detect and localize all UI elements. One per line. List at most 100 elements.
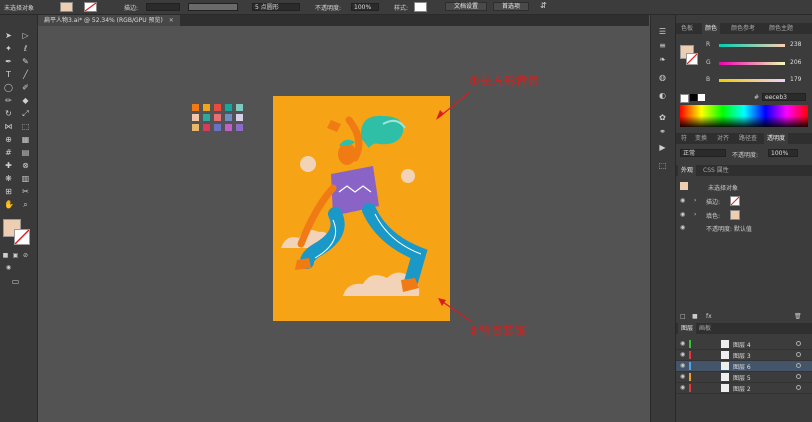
magic-wand-icon[interactable]: ✦ bbox=[4, 44, 13, 53]
black-color-icon[interactable] bbox=[690, 94, 697, 101]
blend-tool-icon[interactable]: ⊗ bbox=[21, 161, 30, 170]
fx-icon[interactable]: fx bbox=[706, 313, 712, 320]
width-tool-icon[interactable]: ⋈ bbox=[4, 122, 13, 131]
shape-builder-icon[interactable]: ⊕ bbox=[4, 135, 13, 144]
lasso-icon[interactable]: ℓ bbox=[21, 44, 30, 53]
swatch-chip[interactable] bbox=[225, 104, 232, 111]
tab-glyphs[interactable]: 符 bbox=[678, 133, 690, 144]
swatch-chip[interactable] bbox=[236, 104, 243, 111]
stroke-color-box[interactable] bbox=[14, 229, 30, 245]
expand-icon[interactable]: › bbox=[694, 197, 696, 204]
r-value[interactable]: 238 bbox=[790, 41, 801, 48]
selection-tool-icon[interactable]: ➤ bbox=[4, 31, 13, 40]
gradient-mode-icon[interactable]: ▣ bbox=[11, 251, 20, 260]
document-tab[interactable]: 扁平人物3.ai* @ 52.34% (RGB/GPU 预览) ✕ bbox=[38, 15, 180, 26]
layer-row[interactable]: ◉ 图层 6 bbox=[676, 361, 812, 372]
actions-icon[interactable]: ▶ bbox=[658, 143, 667, 152]
new-stroke-icon[interactable]: □ bbox=[680, 313, 686, 320]
swatch-chip[interactable] bbox=[236, 114, 243, 121]
tab-transparency[interactable]: 透明度 bbox=[764, 133, 789, 144]
close-icon[interactable]: ✕ bbox=[169, 17, 174, 24]
eye-icon[interactable]: ◉ bbox=[680, 373, 685, 380]
swatch-chip[interactable] bbox=[214, 104, 221, 111]
tab-align[interactable]: 对齐 bbox=[714, 133, 732, 144]
brushes-icon[interactable]: ❧ bbox=[658, 55, 667, 64]
target-icon[interactable] bbox=[796, 363, 801, 368]
none-color-icon[interactable] bbox=[680, 94, 689, 103]
color-mode-icon[interactable]: ■ bbox=[1, 251, 10, 260]
tab-color-guide[interactable]: 颜色参考 bbox=[728, 23, 758, 34]
links-icon[interactable]: ⚭ bbox=[658, 127, 667, 136]
swatch-chip[interactable] bbox=[225, 114, 232, 121]
brush-dropdown[interactable]: 5 点圆形 bbox=[252, 3, 300, 11]
rotate-tool-icon[interactable]: ↻ bbox=[4, 109, 13, 118]
swatch-chip[interactable] bbox=[203, 124, 210, 131]
arrange-icon[interactable]: ⇵ bbox=[540, 1, 547, 10]
none-mode-icon[interactable]: ⊘ bbox=[21, 251, 30, 260]
color-swatch-group[interactable] bbox=[192, 104, 252, 136]
transparency-opacity-field[interactable]: 100% bbox=[768, 149, 798, 157]
new-fill-icon[interactable]: ■ bbox=[692, 313, 698, 320]
hand-tool-icon[interactable]: ✋ bbox=[4, 200, 14, 209]
swatch-chip[interactable] bbox=[225, 124, 232, 131]
hex-field[interactable]: eeceb3 bbox=[762, 93, 806, 101]
tab-artboards[interactable]: 画板 bbox=[696, 323, 714, 334]
swatch-chip[interactable] bbox=[236, 124, 243, 131]
tab-swatches[interactable]: 色板 bbox=[678, 23, 696, 34]
eye-icon[interactable]: ◉ bbox=[680, 351, 685, 358]
tab-transform[interactable]: 变换 bbox=[692, 133, 710, 144]
target-icon[interactable] bbox=[796, 385, 801, 390]
eye-icon[interactable]: ◉ bbox=[680, 384, 685, 391]
type-tool-icon[interactable]: T bbox=[4, 70, 13, 79]
pen-tool-icon[interactable]: ✒ bbox=[4, 57, 13, 66]
b-value[interactable]: 179 bbox=[790, 76, 801, 83]
properties-icon[interactable]: ☰ bbox=[658, 27, 667, 36]
variable-width-field[interactable] bbox=[188, 3, 238, 11]
blend-mode-dropdown[interactable]: 正常 bbox=[680, 149, 726, 157]
zoom-tool-icon[interactable]: ⌕ bbox=[21, 200, 30, 209]
swatch-chip[interactable] bbox=[192, 104, 199, 111]
layer-row[interactable]: ◉ 图层 4 bbox=[676, 339, 812, 350]
swatch-chip[interactable] bbox=[203, 104, 210, 111]
artboard[interactable] bbox=[273, 96, 450, 321]
eye-icon[interactable]: ◉ bbox=[680, 224, 685, 231]
color-panel-stroke[interactable] bbox=[686, 53, 698, 65]
white-color-icon[interactable] bbox=[698, 94, 705, 101]
libraries-icon[interactable]: ≡ bbox=[658, 41, 667, 50]
layer-row[interactable]: ◉ 图层 2 bbox=[676, 383, 812, 394]
brush-tool-icon[interactable]: ✐ bbox=[21, 83, 30, 92]
swatch-chip[interactable] bbox=[203, 114, 210, 121]
target-icon[interactable] bbox=[796, 374, 801, 379]
style-swatch[interactable] bbox=[414, 2, 427, 12]
appearance-fill-swatch[interactable] bbox=[730, 210, 740, 220]
g-value[interactable]: 206 bbox=[790, 59, 801, 66]
gradient-tool-icon[interactable]: ▤ bbox=[21, 148, 30, 157]
layer-row[interactable]: ◉ 图层 3 bbox=[676, 350, 812, 361]
asset-export-icon[interactable]: ⬚ bbox=[658, 161, 667, 170]
shaper-tool-icon[interactable]: ✏ bbox=[4, 96, 13, 105]
free-transform-icon[interactable]: ⬚ bbox=[21, 122, 30, 131]
direct-selection-tool-icon[interactable]: ▷ bbox=[21, 31, 30, 40]
eyedropper-icon[interactable]: ✚ bbox=[4, 161, 13, 170]
eye-icon[interactable]: ◉ bbox=[680, 340, 685, 347]
tab-color[interactable]: 颜色 bbox=[702, 23, 721, 34]
perspective-grid-icon[interactable]: ▦ bbox=[21, 135, 30, 144]
target-icon[interactable] bbox=[796, 341, 801, 346]
scale-tool-icon[interactable]: ⤢ bbox=[21, 109, 30, 118]
swatch-chip[interactable] bbox=[214, 124, 221, 131]
swatch-chip[interactable] bbox=[214, 114, 221, 121]
layer-row[interactable]: ◉ 图层 5 bbox=[676, 372, 812, 383]
document-setup-button[interactable]: 文档设置 bbox=[445, 2, 487, 11]
color-spectrum[interactable] bbox=[680, 105, 808, 127]
b-slider[interactable] bbox=[719, 79, 785, 82]
stroke-panel-icon[interactable]: ◍ bbox=[658, 73, 667, 82]
screen-mode-icon[interactable]: ▭ bbox=[11, 277, 20, 286]
eraser-tool-icon[interactable]: ◆ bbox=[21, 96, 30, 105]
stroke-weight-field[interactable] bbox=[146, 3, 180, 11]
fill-swatch[interactable] bbox=[60, 2, 73, 12]
tab-css-properties[interactable]: CSS 属性 bbox=[700, 165, 732, 176]
target-icon[interactable] bbox=[796, 352, 801, 357]
draw-mode-icon[interactable]: ◉ bbox=[4, 263, 13, 272]
preferences-button[interactable]: 首选项 bbox=[493, 2, 529, 11]
tab-pathfinder[interactable]: 路径查 bbox=[736, 133, 760, 144]
